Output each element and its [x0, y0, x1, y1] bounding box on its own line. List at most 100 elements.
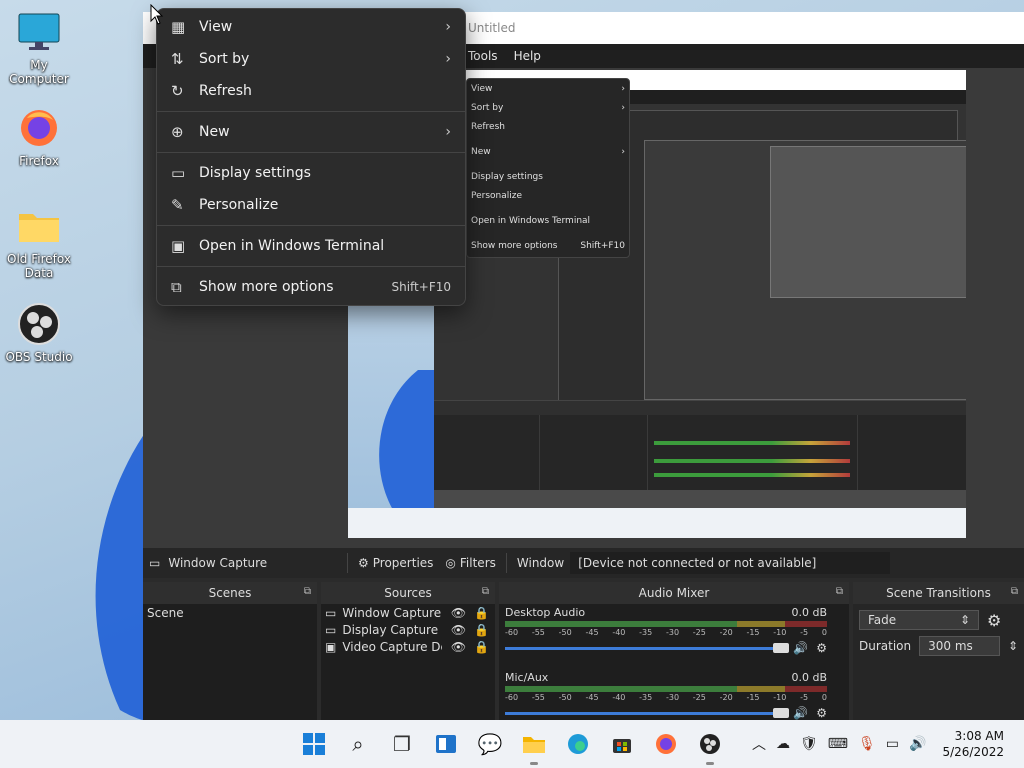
- edge-icon: [568, 734, 588, 754]
- float-icon[interactable]: ⧉: [482, 586, 489, 597]
- menu-item-label: Refresh: [199, 83, 252, 99]
- properties-label: Properties: [372, 556, 434, 570]
- menu-item-label: Open in Windows Terminal: [199, 238, 385, 254]
- edge-button[interactable]: [562, 728, 594, 760]
- speaker-icon[interactable]: 🔊: [793, 706, 808, 720]
- source-toolbar: ▭ Window Capture ⚙ Properties ◎ Filters …: [143, 548, 1024, 578]
- meter-scale: -60 -55 -50 -45 -40 -35 -30 -25 -20 -15 -10 -5 0: [505, 628, 827, 637]
- eye-icon[interactable]: 👁: [451, 623, 466, 637]
- desktop-icon-obs-studio[interactable]: OBS Studio: [0, 302, 78, 364]
- menu-item-show-more-options[interactable]: ⧉ Show more options Shift+F10: [157, 271, 465, 303]
- menu-item-view[interactable]: ▦ View ›: [157, 11, 465, 43]
- clock[interactable]: 3:08 AM 5/26/2022: [942, 728, 1004, 760]
- lock-icon[interactable]: 🔒: [474, 606, 489, 620]
- menu-shortcut: Shift+F10: [391, 280, 451, 294]
- source-label: Display Capture: [342, 622, 439, 637]
- lock-icon[interactable]: 🔒: [474, 640, 489, 654]
- keyboard-icon[interactable]: ⌨: [828, 736, 848, 752]
- audio-mixer-dock: Audio Mixer ⧉ Desktop Audio 0.0 dB -60 -55-…: [499, 582, 849, 720]
- menu-item-label: Display settings: [199, 165, 311, 181]
- gear-icon[interactable]: ⚙: [816, 641, 827, 655]
- gear-icon[interactable]: ⚙: [816, 706, 827, 720]
- channel-level: 0.0 dB: [791, 606, 827, 619]
- volume-meter: [505, 686, 827, 692]
- menu-help[interactable]: Help: [514, 49, 541, 63]
- desktop-icon-firefox[interactable]: Firefox: [0, 106, 78, 168]
- cloud-icon[interactable]: ☁: [776, 736, 790, 752]
- taskbar: ⌕ ❐ 💬 ︿ ☁ 🛡 ⌨ 🎙 ▭ 🔊 3:08 AM 5/26/2022: [0, 720, 1024, 768]
- updown-icon: ⇕: [959, 613, 970, 627]
- widgets-button[interactable]: [430, 728, 462, 760]
- scenes-dock: Scenes ⧉ Scene: [143, 582, 317, 720]
- lock-icon[interactable]: 🔒: [474, 623, 489, 637]
- firefox-button[interactable]: [650, 728, 682, 760]
- float-icon[interactable]: ⧉: [1011, 586, 1018, 597]
- obs-button[interactable]: [694, 728, 726, 765]
- gear-icon[interactable]: ⚙: [987, 611, 1001, 630]
- chat-icon: 💬: [477, 732, 503, 756]
- menu-item-refresh[interactable]: ↻ Refresh: [157, 75, 465, 107]
- display-icon: ▭: [171, 164, 186, 182]
- window-select[interactable]: [Device not connected or not available]: [570, 552, 891, 574]
- float-icon[interactable]: ⧉: [836, 586, 843, 597]
- file-explorer-button[interactable]: [518, 728, 550, 765]
- desktop-context-menu: ▦ View › ⇅ Sort by › ↻ Refresh ⊕ New › ▭…: [156, 8, 466, 306]
- filters-button[interactable]: ◎ Filters: [439, 556, 501, 570]
- scene-item[interactable]: Scene: [143, 604, 317, 621]
- preview-menu-sort: Sort by: [471, 102, 504, 113]
- menu-tools[interactable]: Tools: [468, 49, 498, 63]
- security-icon[interactable]: 🛡: [800, 736, 818, 752]
- menu-item-personalize[interactable]: ✎ Personalize: [157, 189, 465, 221]
- desktop-icon-my-computer[interactable]: My Computer: [0, 10, 78, 86]
- menu-item-label: New: [199, 124, 230, 140]
- source-label: Video Capture Device: [342, 639, 442, 654]
- filters-label: Filters: [459, 556, 496, 570]
- monitor-icon: ▭: [325, 622, 337, 637]
- slider-handle[interactable]: [773, 642, 790, 653]
- menu-item-new[interactable]: ⊕ New ›: [157, 116, 465, 148]
- chevron-up-icon[interactable]: ︿: [752, 734, 766, 754]
- meter-scale: -60 -55 -50 -45 -40 -35 -30 -25 -20 -15 -10 -5 0: [505, 693, 827, 702]
- duration-input[interactable]: 300 ms: [919, 636, 1000, 656]
- volume-meter: [505, 621, 827, 627]
- folder-icon: [17, 204, 61, 248]
- eye-icon[interactable]: 👁: [451, 640, 466, 654]
- search-button[interactable]: ⌕: [342, 728, 374, 760]
- speaker-icon[interactable]: 🔊: [793, 641, 808, 655]
- chevron-right-icon: ›: [445, 19, 451, 35]
- transition-select[interactable]: Fade ⇕: [859, 610, 979, 630]
- source-label: Window Capture: [342, 605, 442, 620]
- desktop-icon-label: My Computer: [9, 58, 69, 86]
- window-label: Window: [516, 556, 565, 570]
- menu-item-label: Sort by: [199, 51, 250, 67]
- window-capture-icon: ▭: [149, 556, 161, 570]
- mixer-header: Audio Mixer: [638, 586, 710, 600]
- store-button[interactable]: [606, 728, 638, 760]
- start-button[interactable]: [298, 728, 330, 760]
- source-item[interactable]: ▣ Video Capture Device 👁 🔒: [321, 638, 495, 655]
- filter-icon: ◎: [445, 556, 456, 570]
- source-item[interactable]: ▭ Display Capture 👁 🔒: [321, 621, 495, 638]
- properties-button[interactable]: ⚙ Properties: [352, 556, 439, 570]
- volume-slider[interactable]: [505, 642, 790, 653]
- menu-item-display-settings[interactable]: ▭ Display settings: [157, 157, 465, 189]
- desktop-icon-old-firefox-data[interactable]: Old Firefox Data: [0, 204, 78, 280]
- float-icon[interactable]: ⧉: [304, 586, 311, 597]
- clock-time: 3:08 AM: [954, 729, 1004, 743]
- slider-handle[interactable]: [773, 707, 790, 718]
- eye-icon[interactable]: 👁: [451, 606, 466, 620]
- preview-context-menu: View › Sort by › Refresh New › Display sett…: [466, 78, 630, 258]
- task-view-icon: ❐: [393, 732, 411, 756]
- menu-item-open-terminal[interactable]: ▣ Open in Windows Terminal: [157, 230, 465, 262]
- volume-slider[interactable]: [505, 707, 790, 718]
- spin-icon[interactable]: ⇕: [1008, 639, 1018, 653]
- channel-name: Desktop Audio: [505, 606, 586, 619]
- task-view-button[interactable]: ❐: [386, 728, 418, 760]
- search-icon: ⌕: [352, 732, 364, 756]
- source-item[interactable]: ▭ Window Capture 👁 🔒: [321, 604, 495, 621]
- microphone-icon[interactable]: 🎙: [858, 736, 876, 752]
- network-icon[interactable]: ▭: [886, 736, 899, 752]
- volume-icon[interactable]: 🔊: [909, 736, 926, 752]
- chat-button[interactable]: 💬: [474, 728, 506, 760]
- menu-item-sort-by[interactable]: ⇅ Sort by ›: [157, 43, 465, 75]
